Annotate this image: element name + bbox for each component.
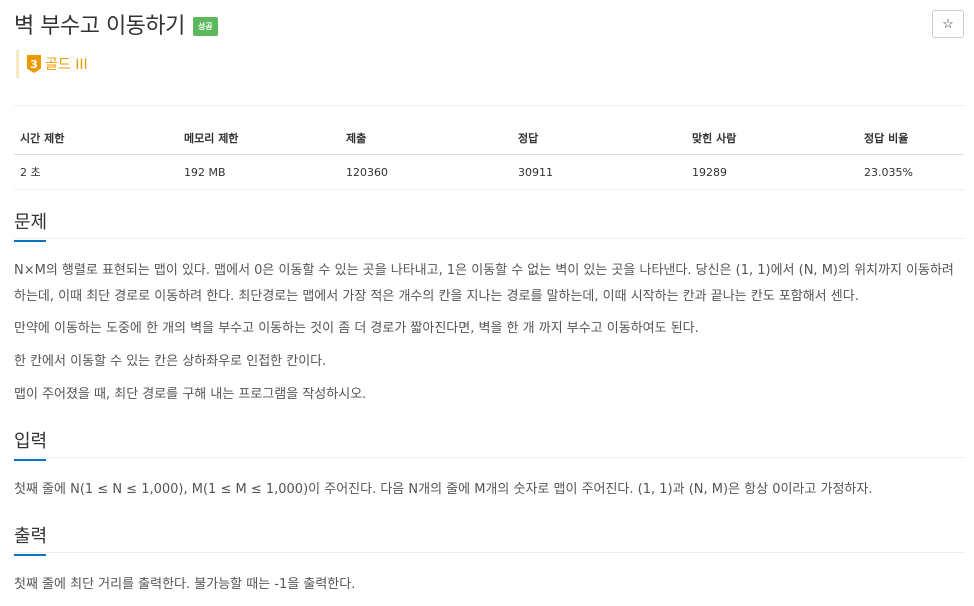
divider bbox=[14, 105, 964, 106]
stats-value-time: 2 초 bbox=[14, 154, 178, 190]
input-paragraph: 첫째 줄에 N(1 ≤ N ≤ 1,000), M(1 ≤ M ≤ 1,000)… bbox=[14, 482, 873, 497]
stats-header-accepted: 정답 bbox=[512, 124, 686, 155]
tier-label[interactable]: 골드 III bbox=[45, 54, 88, 74]
tier-icon: 3 bbox=[27, 55, 41, 73]
status-badge: 성공 bbox=[192, 16, 218, 36]
stats-header-row: 시간 제한 메모리 제한 제출 정답 맞힌 사람 정답 비율 bbox=[14, 124, 964, 155]
heading-underline bbox=[14, 554, 46, 556]
stats-header-submit: 제출 bbox=[340, 124, 512, 155]
output-paragraph: 첫째 줄에 최단 거리를 출력한다. 불가능할 때는 -1을 출력한다. bbox=[14, 577, 356, 592]
stats-table: 시간 제한 메모리 제한 제출 정답 맞힌 사람 정답 비율 2 초 192 M… bbox=[14, 124, 964, 190]
problem-paragraph: 맵이 주어졌을 때, 최단 경로를 구해 내는 프로그램을 작성하시오. bbox=[14, 387, 367, 402]
favorite-button[interactable]: ☆ bbox=[932, 10, 964, 38]
stats-value-accepted[interactable]: 30911 bbox=[512, 154, 686, 190]
input-section-heading: 입력 bbox=[14, 427, 47, 461]
stats-value-submit[interactable]: 120360 bbox=[340, 154, 512, 190]
star-icon: ☆ bbox=[942, 16, 954, 31]
stats-value-row: 2 초 192 MB 120360 30911 19289 23.035% bbox=[14, 154, 964, 190]
stats-header-time: 시간 제한 bbox=[14, 124, 178, 155]
output-section-heading: 출력 bbox=[14, 522, 47, 556]
section-divider bbox=[14, 457, 964, 458]
heading-underline bbox=[14, 240, 46, 242]
stats-value-ratio: 23.035% bbox=[858, 154, 964, 190]
problem-paragraph: N×M의 행렬로 표현되는 맵이 있다. 맵에서 0은 이동할 수 있는 곳을 … bbox=[14, 263, 954, 304]
stats-header-memory: 메모리 제한 bbox=[178, 124, 340, 155]
problem-heading: 문제 bbox=[14, 212, 48, 233]
title-row: 벽 부수고 이동하기 성공 bbox=[14, 8, 218, 40]
problem-paragraph: 한 칸에서 이동할 수 있는 칸은 상하좌우로 인접한 칸이다. bbox=[14, 354, 327, 369]
stats-header-solvers: 맞힌 사람 bbox=[686, 124, 858, 155]
stats-value-memory: 192 MB bbox=[178, 154, 340, 190]
stats-header-ratio: 정답 비율 bbox=[858, 124, 964, 155]
output-heading: 출력 bbox=[14, 526, 48, 547]
input-heading: 입력 bbox=[14, 431, 48, 452]
heading-underline bbox=[14, 459, 46, 461]
section-divider bbox=[14, 238, 964, 239]
problem-section-heading: 문제 bbox=[14, 208, 47, 242]
tier-row: 3 골드 III bbox=[16, 50, 88, 78]
problem-paragraph: 만약에 이동하는 도중에 한 개의 벽을 부수고 이동하는 것이 좀 더 경로가… bbox=[14, 321, 699, 336]
stats-value-solvers[interactable]: 19289 bbox=[686, 154, 858, 190]
section-divider bbox=[14, 552, 964, 553]
page-title: 벽 부수고 이동하기 bbox=[14, 14, 185, 39]
